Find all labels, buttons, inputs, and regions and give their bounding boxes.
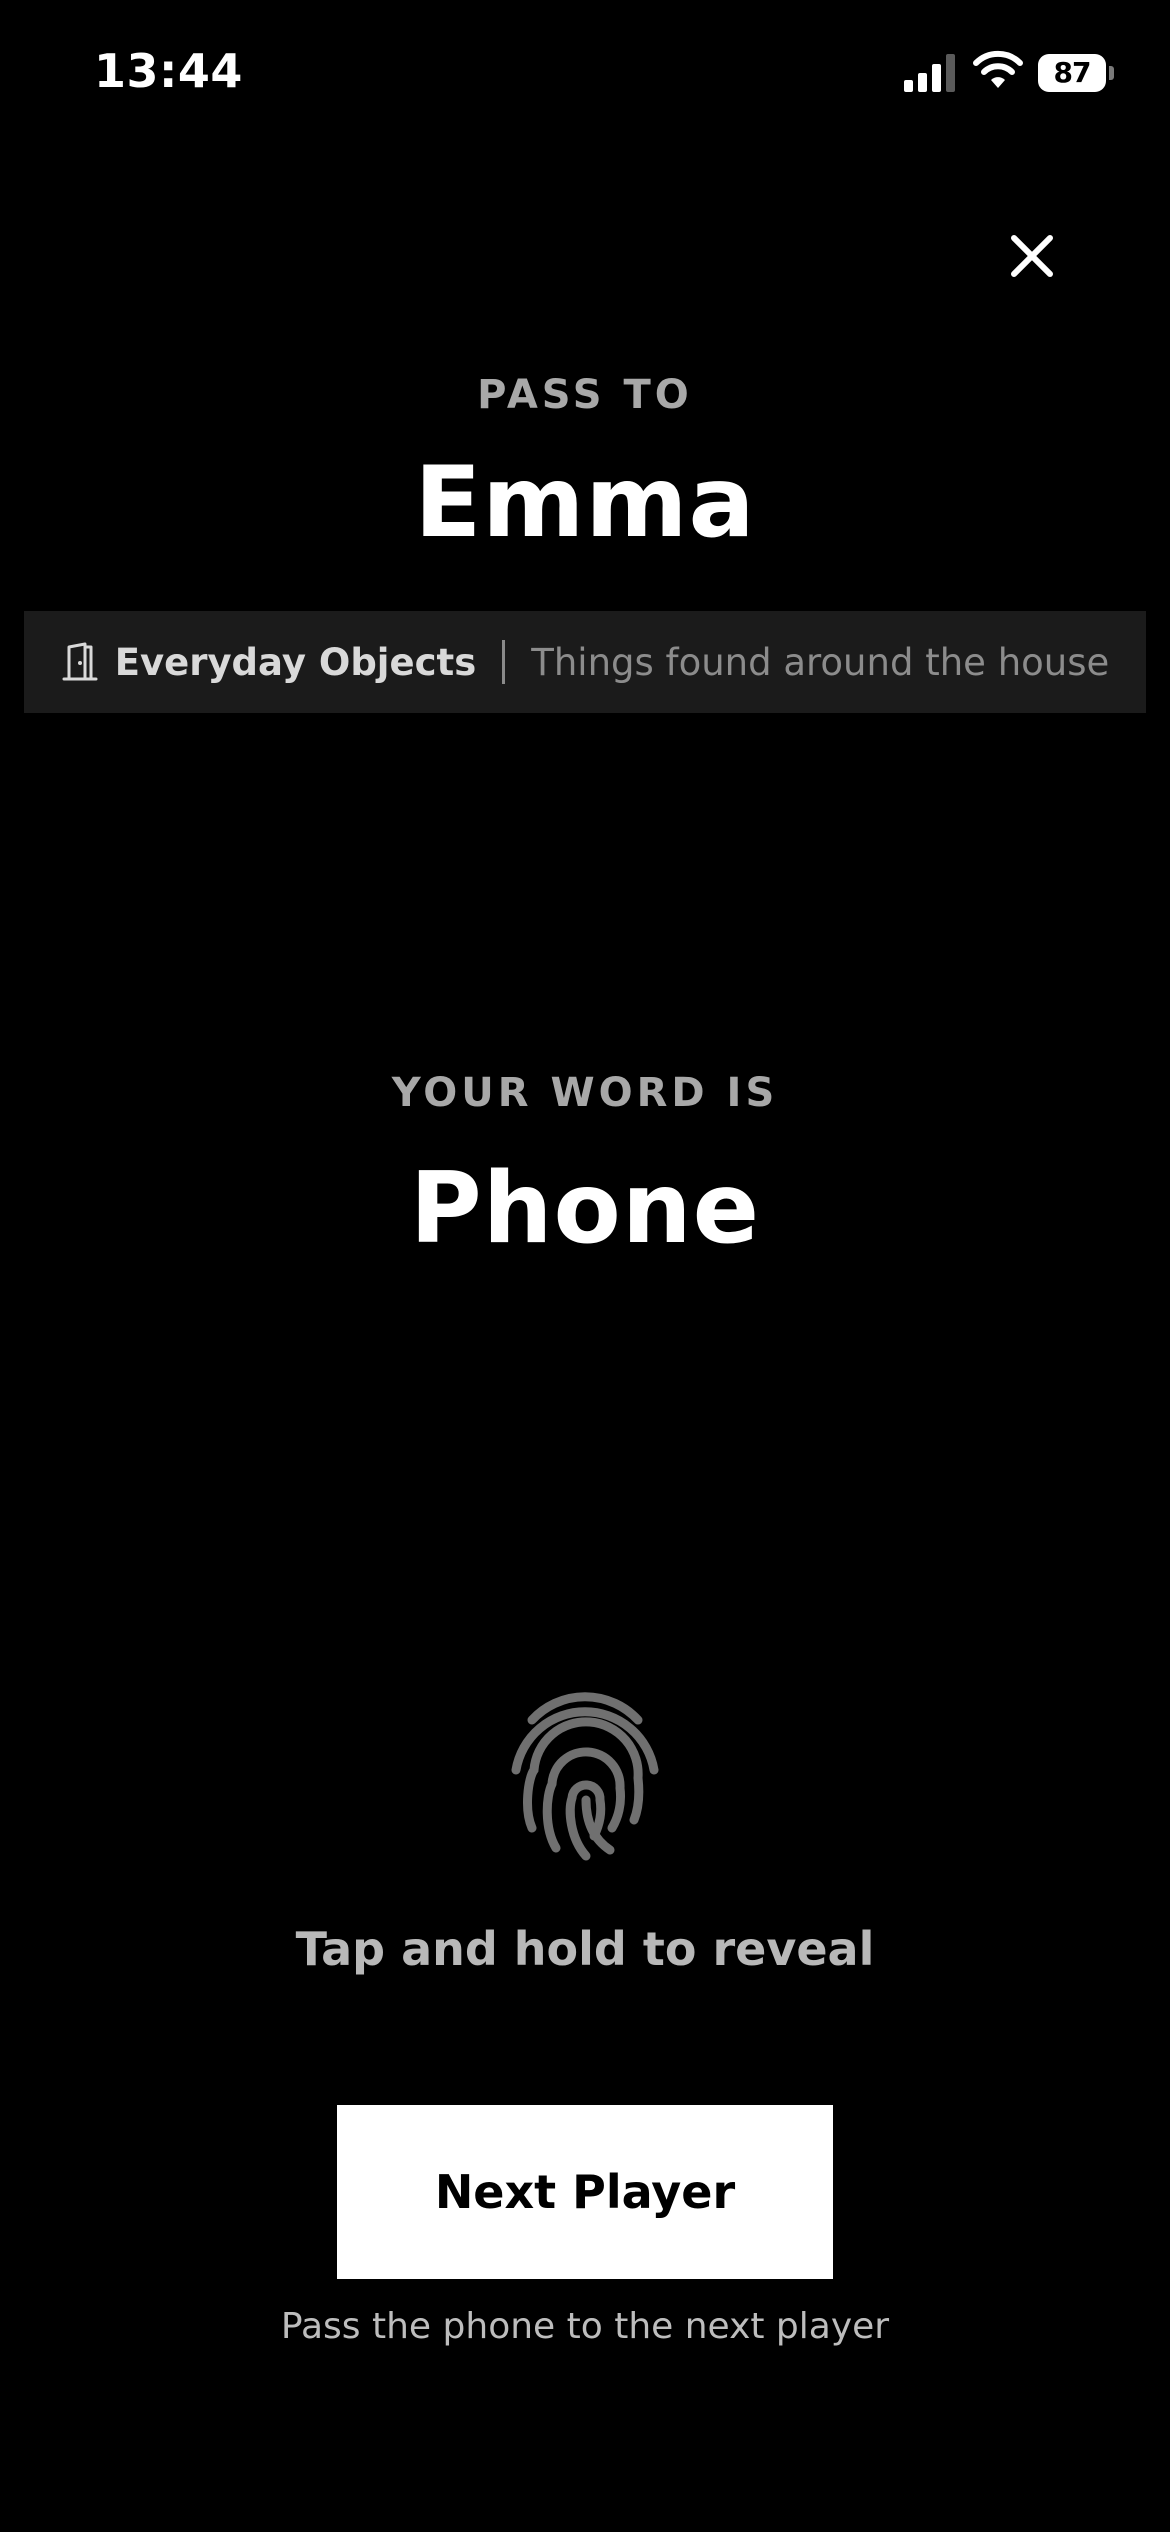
pass-to-label: PASS TO: [477, 372, 693, 418]
battery-level: 87: [1038, 54, 1106, 92]
battery-icon: 87: [1038, 54, 1114, 92]
status-bar: 13:44 87: [0, 0, 1170, 150]
fingerprint-icon[interactable]: [500, 1678, 670, 1868]
battery-cap: [1109, 66, 1114, 80]
player-name: Emma: [414, 446, 756, 560]
secret-word: Phone: [409, 1152, 761, 1266]
next-player-caption: Pass the phone to the next player: [280, 2306, 890, 2347]
wifi-icon: [973, 50, 1023, 88]
next-player-button[interactable]: Next Player: [337, 2105, 833, 2279]
category-name: Everyday Objects: [114, 640, 477, 684]
category-divider: [502, 640, 506, 684]
word-label: YOUR WORD IS: [391, 1070, 779, 1116]
category-description: Things found around the house: [531, 640, 1110, 684]
reveal-hint: Tap and hold to reveal: [295, 1922, 875, 1976]
category-banner: Everyday Objects Things found around the…: [24, 611, 1146, 713]
signal-icon: [904, 54, 955, 92]
status-time: 13:44: [94, 44, 243, 98]
close-icon[interactable]: [1000, 224, 1064, 288]
door-icon: [62, 642, 98, 681]
